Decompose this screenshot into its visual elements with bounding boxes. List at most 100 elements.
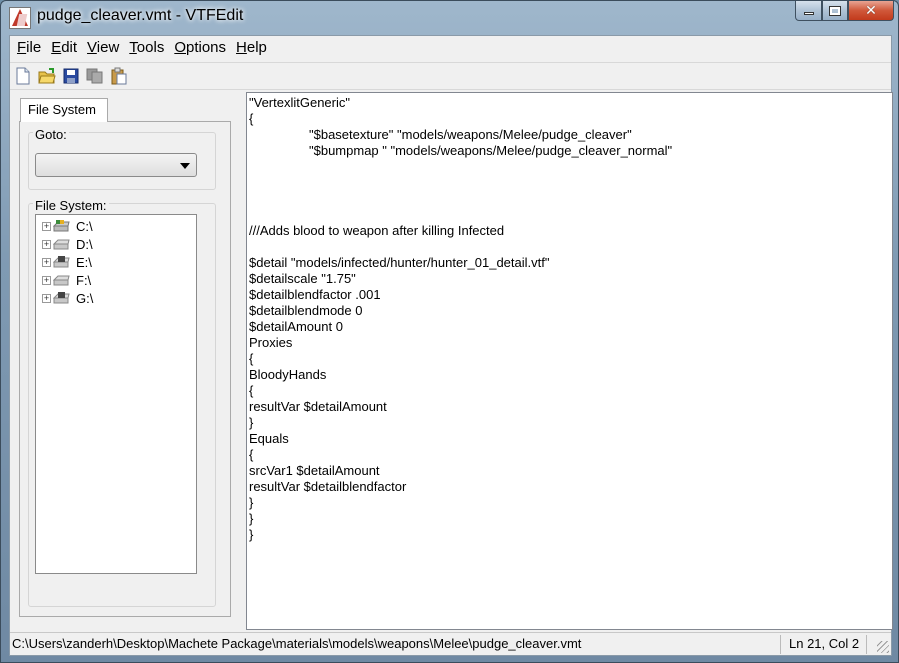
editor-line: "$bumpmap " "models/weapons/Melee/pudge_…: [309, 143, 673, 158]
app-window: pudge_cleaver.vmt - VTFEdit ✕ File Edit …: [0, 0, 899, 663]
menu-file-accel: F: [17, 39, 27, 56]
menu-edit-label: dit: [61, 39, 78, 56]
editor-line: {: [249, 383, 254, 398]
menu-tools-accel: T: [129, 39, 137, 56]
status-divider: [780, 635, 781, 654]
open-folder-icon: [38, 68, 56, 84]
menu-view[interactable]: View: [82, 37, 124, 59]
file-system-tree[interactable]: + C:\ + D:\ + E:\ + F:\ + G:\: [35, 214, 197, 574]
tree-item-g[interactable]: + G:\: [36, 289, 196, 307]
menu-options-accel: O: [174, 39, 186, 56]
system-drive-icon: [53, 220, 70, 232]
status-file-path: C:\Users\zanderh\Desktop\Machete Package…: [12, 636, 582, 651]
menu-bar: File Edit View Tools Options Help: [10, 36, 891, 60]
window-title: pudge_cleaver.vmt - VTFEdit: [37, 7, 244, 24]
editor-line: $detailAmount 0: [249, 319, 343, 334]
menu-help-accel: H: [236, 39, 247, 56]
status-cursor-position: Ln 21, Col 2: [789, 636, 860, 651]
editor-line: $detailblendmode 0: [249, 303, 363, 318]
minimize-button[interactable]: [795, 1, 822, 21]
maximize-icon: [829, 5, 841, 16]
hard-drive-icon: [53, 275, 70, 286]
vtfedit-icon[interactable]: [9, 7, 31, 29]
maximize-button[interactable]: [822, 1, 848, 21]
close-icon: ✕: [865, 2, 877, 18]
copy-button[interactable]: [84, 65, 106, 87]
menu-options-label: ptions: [186, 39, 227, 56]
status-bar: C:\Users\zanderh\Desktop\Machete Package…: [10, 632, 891, 655]
drive-label: F:\: [76, 272, 92, 288]
menu-view-label: iew: [96, 39, 120, 56]
editor-content[interactable]: "VertexlitGeneric"{"$basetexture" "model…: [249, 95, 672, 543]
open-button[interactable]: [36, 65, 58, 87]
expand-icon[interactable]: +: [42, 293, 51, 303]
editor-line: }: [249, 511, 254, 526]
editor-line: {: [249, 447, 254, 462]
editor-line: "$basetexture" "models/weapons/Melee/pud…: [309, 127, 632, 142]
goto-label: Goto:: [33, 127, 69, 142]
title-bar[interactable]: pudge_cleaver.vmt - VTFEdit ✕: [1, 1, 899, 35]
save-icon: [63, 68, 79, 84]
tree-item-f[interactable]: + F:\: [36, 271, 196, 289]
editor-line: }: [249, 527, 254, 542]
file-system-tab-pane: Goto: File System: + C:\ + D:\ + E:\ + F…: [19, 121, 231, 617]
paste-button[interactable]: [108, 65, 130, 87]
toolbar: [10, 62, 891, 90]
editor-line: }: [249, 415, 254, 430]
close-button[interactable]: ✕: [848, 1, 894, 21]
tab-file-system[interactable]: File System: [20, 98, 108, 122]
editor-line: {: [249, 351, 254, 366]
menu-edit[interactable]: Edit: [46, 37, 82, 59]
optical-drive-icon: [53, 256, 70, 268]
chevron-down-icon: [180, 163, 190, 169]
resize-grip-icon[interactable]: [877, 641, 889, 653]
menu-tools[interactable]: Tools: [124, 37, 169, 59]
paste-icon: [111, 67, 127, 85]
editor-line: Equals: [249, 431, 289, 446]
window-controls: ✕: [795, 1, 894, 21]
editor-line: {: [249, 111, 254, 126]
editor-line: resultVar $detailblendfactor: [249, 479, 407, 494]
editor-line: srcVar1 $detailAmount: [249, 463, 380, 478]
new-file-button[interactable]: [12, 65, 34, 87]
drive-label: G:\: [76, 290, 94, 306]
goto-group: Goto:: [28, 127, 216, 190]
menu-help-label: elp: [246, 39, 267, 56]
tree-item-d[interactable]: + D:\: [36, 235, 196, 253]
menu-file[interactable]: File: [12, 37, 46, 59]
tree-item-c[interactable]: + C:\: [36, 217, 196, 235]
editor-line: $detail "models/infected/hunter/hunter_0…: [249, 255, 550, 270]
editor-line: "VertexlitGeneric": [249, 95, 350, 110]
editor-line: Proxies: [249, 335, 293, 350]
editor-line: resultVar $detailAmount: [249, 399, 387, 414]
menu-tools-label: ools: [136, 39, 165, 56]
editor-line: ///Adds blood to weapon after killing In…: [249, 223, 505, 238]
file-system-group: File System: + C:\ + D:\ + E:\ + F:\ + G…: [28, 198, 216, 607]
status-divider: [866, 635, 867, 654]
tree-item-e[interactable]: + E:\: [36, 253, 196, 271]
drive-label: E:\: [76, 254, 92, 270]
save-button[interactable]: [60, 65, 82, 87]
expand-icon[interactable]: +: [42, 239, 51, 249]
editor-line: }: [249, 495, 254, 510]
menu-edit-accel: E: [51, 39, 62, 56]
hard-drive-icon: [53, 239, 70, 250]
menu-options[interactable]: Options: [169, 37, 231, 59]
file-system-panel: File System Goto: File System: + C:\ + D…: [10, 92, 242, 630]
expand-icon[interactable]: +: [42, 275, 51, 285]
new-file-icon: [16, 67, 30, 85]
drive-label: D:\: [76, 236, 93, 252]
menu-help[interactable]: Help: [231, 37, 272, 59]
text-editor[interactable]: "VertexlitGeneric"{"$basetexture" "model…: [246, 92, 893, 630]
expand-icon[interactable]: +: [42, 257, 51, 267]
expand-icon[interactable]: +: [42, 221, 51, 231]
editor-line: BloodyHands: [249, 367, 327, 382]
goto-dropdown[interactable]: [35, 153, 197, 177]
menu-view-accel: V: [87, 39, 97, 56]
editor-line: $detailscale "1.75": [249, 271, 356, 286]
copy-icon: [86, 68, 103, 84]
